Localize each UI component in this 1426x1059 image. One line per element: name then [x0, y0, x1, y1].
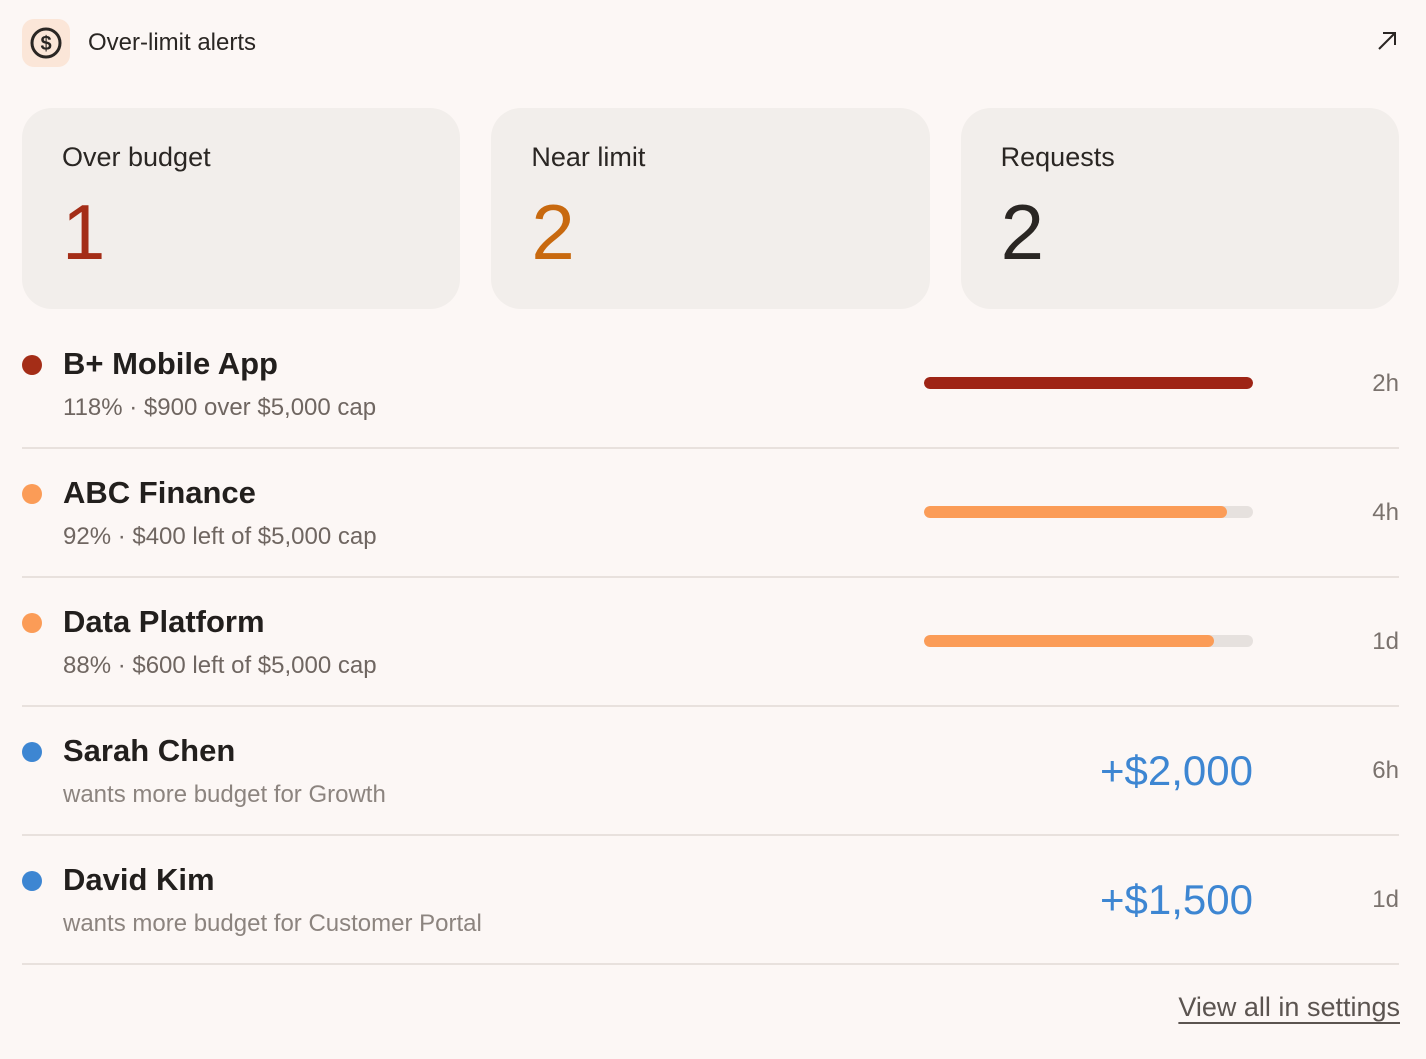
row-title: David Kim [63, 862, 215, 897]
page-title: Over-limit alerts [88, 29, 257, 56]
row-subtitle: wants more budget for Growth [63, 781, 386, 808]
status-dot [22, 355, 42, 375]
status-dot [22, 742, 42, 762]
stat-card-requests[interactable]: Requests 2 [960, 108, 1399, 309]
row-time: 1d [1372, 886, 1399, 913]
row-time: 6h [1372, 757, 1399, 784]
stat-value: 2 [1000, 188, 1045, 276]
stat-label: Requests [1000, 142, 1115, 172]
request-amount: +$1,500 [1100, 876, 1253, 923]
progress-fill [924, 377, 1253, 389]
list-item-data-platform[interactable]: Data Platform 88% · $600 left of $5,000 … [22, 578, 1399, 707]
view-all-settings-link[interactable]: View all in settings [1178, 992, 1400, 1023]
stat-label: Near limit [531, 142, 646, 172]
progress-fill [924, 506, 1227, 518]
row-time: 1d [1372, 628, 1399, 655]
stat-card-over-budget[interactable]: Over budget 1 [22, 108, 461, 309]
stat-value: 2 [531, 188, 575, 276]
row-subtitle: 118% · $900 over $5,000 cap [63, 394, 377, 421]
row-title: Data Platform [63, 604, 265, 639]
row-subtitle: wants more budget for Customer Portal [63, 910, 482, 937]
row-time: 2h [1372, 370, 1399, 397]
row-title: ABC Finance [63, 475, 256, 510]
card-header: $ Over-limit alerts [22, 18, 1400, 68]
status-dot [22, 613, 42, 633]
list-item-b-mobile-app[interactable]: B+ Mobile App 118% · $900 over $5,000 ca… [22, 320, 1399, 449]
alert-list: B+ Mobile App 118% · $900 over $5,000 ca… [22, 320, 1399, 965]
status-dot [22, 484, 42, 504]
list-item-sarah-chen[interactable]: Sarah Chen wants more budget for Growth … [22, 707, 1399, 836]
stats-summary: Over budget 1 Near limit 2 Requests 2 [22, 108, 1399, 309]
arrow-up-right-icon[interactable] [1374, 28, 1400, 54]
progress-fill [924, 635, 1214, 647]
stat-value: 1 [62, 188, 106, 276]
row-subtitle: 92% · $400 left of $5,000 cap [63, 523, 377, 550]
request-amount: +$2,000 [1100, 747, 1253, 794]
row-subtitle: 88% · $600 left of $5,000 cap [63, 652, 377, 679]
progress-bar [924, 506, 1253, 518]
row-title: Sarah Chen [63, 733, 236, 768]
dollar-circle-icon: $ [22, 19, 70, 67]
progress-bar [924, 635, 1253, 647]
stat-label: Over budget [62, 142, 211, 172]
stat-card-near-limit[interactable]: Near limit 2 [491, 108, 930, 309]
row-time: 4h [1372, 499, 1399, 526]
svg-text:$: $ [40, 33, 51, 55]
progress-bar [924, 377, 1253, 389]
status-dot [22, 871, 42, 891]
row-title: B+ Mobile App [63, 346, 278, 381]
list-item-david-kim[interactable]: David Kim wants more budget for Customer… [22, 836, 1399, 965]
list-item-abc-finance[interactable]: ABC Finance 92% · $400 left of $5,000 ca… [22, 449, 1399, 578]
